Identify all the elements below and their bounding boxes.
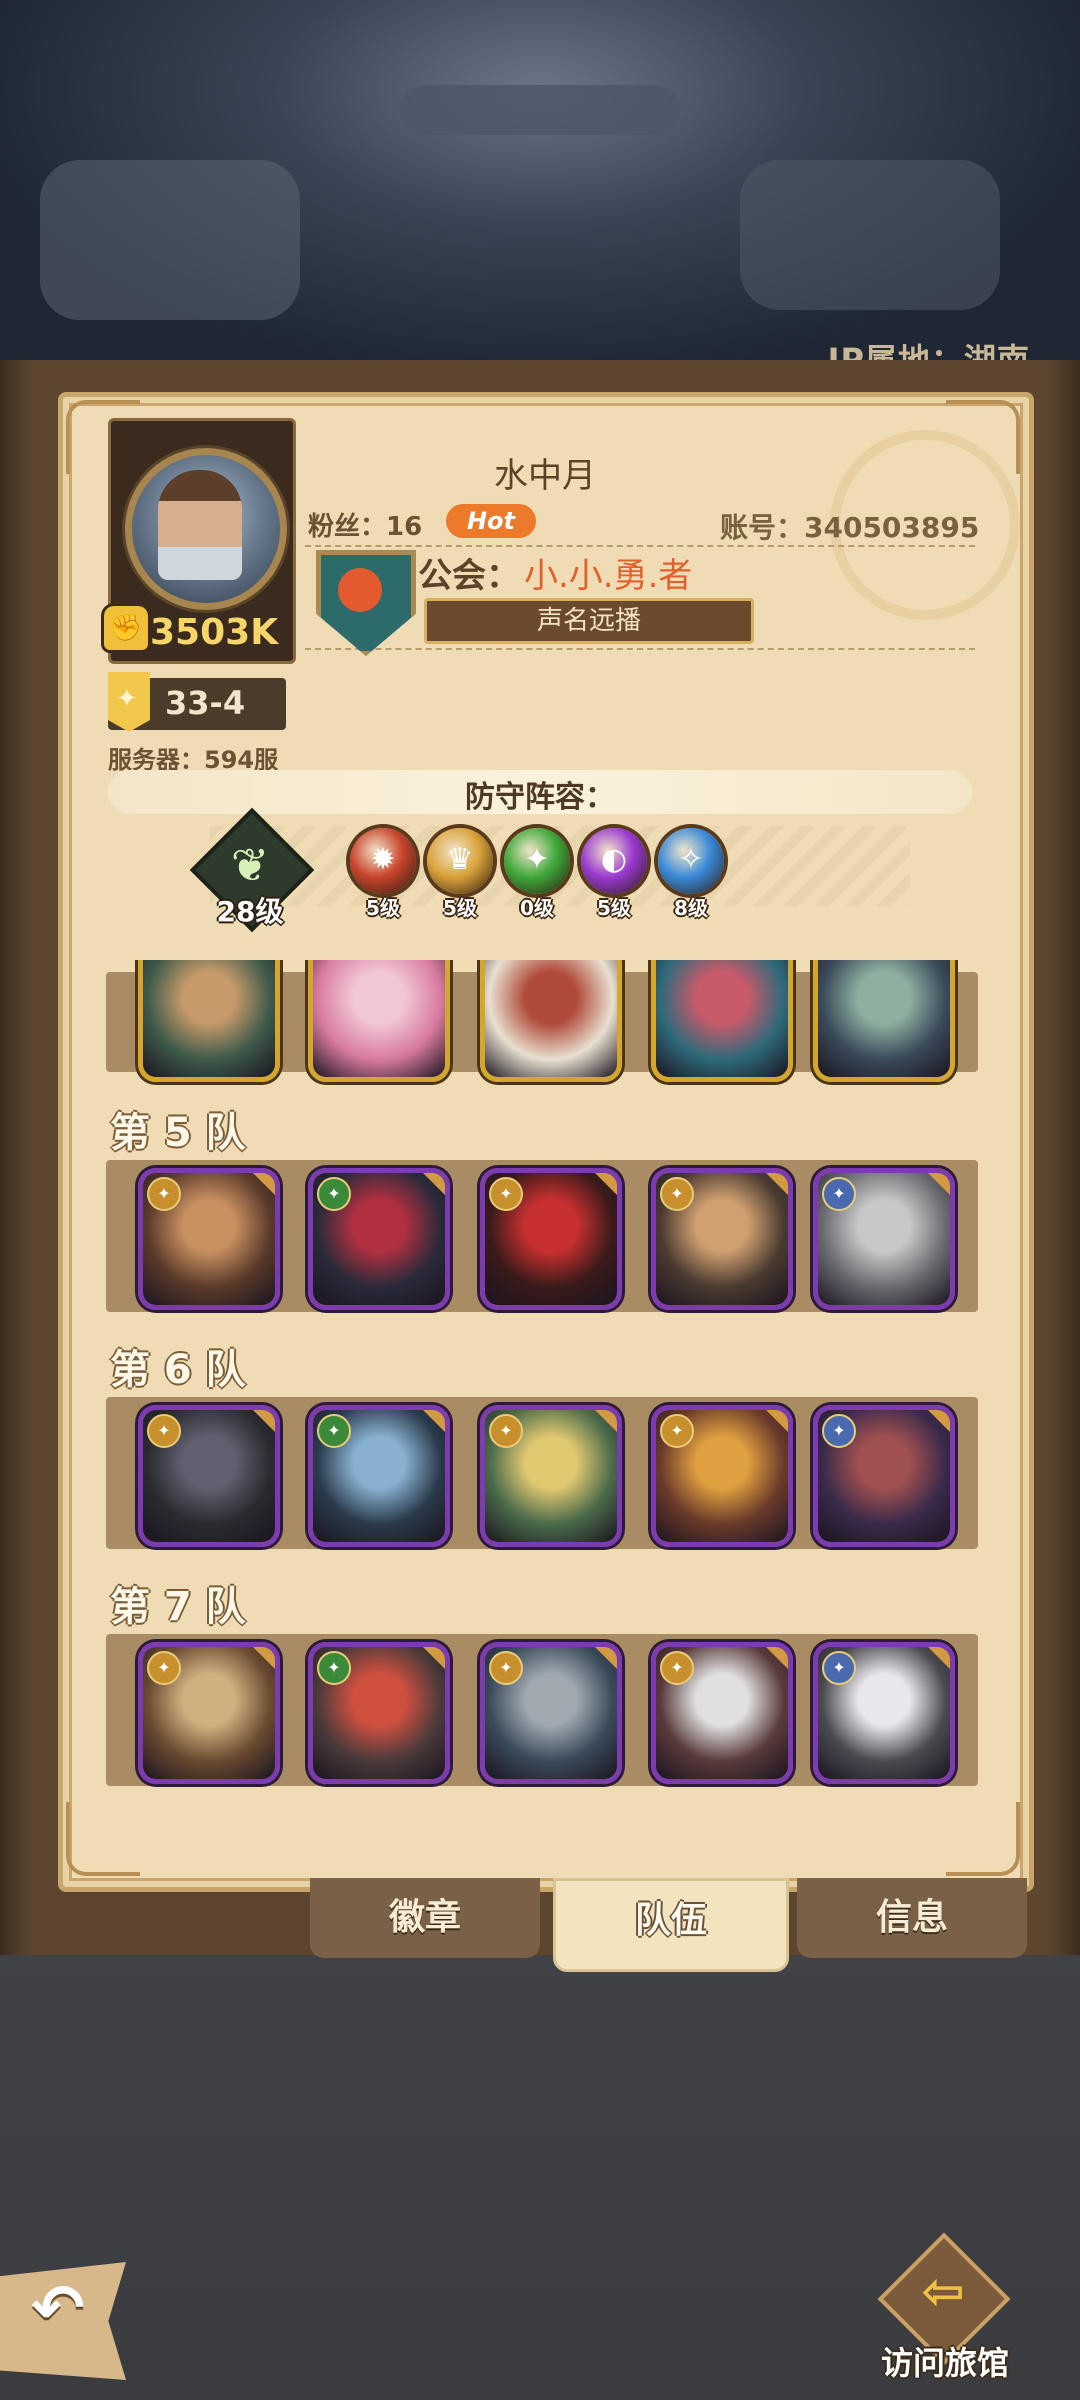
elder-tree-icon: ❦	[230, 838, 270, 892]
faction-badge-icon: ✦	[822, 1414, 856, 1448]
faction-symbol-icon: ♛	[446, 842, 474, 877]
stage-value: 33-4	[165, 684, 246, 722]
faction-badge-icon: ✦	[660, 1651, 694, 1685]
background-blur-shape	[740, 160, 1000, 310]
hero-portrait[interactable]	[813, 960, 955, 1082]
background-blur-shape	[40, 160, 300, 320]
fist-power-icon: ✊	[104, 606, 148, 650]
faction-badge-icon: ✦	[147, 1651, 181, 1685]
hero-portrait[interactable]: ✦	[813, 1168, 955, 1310]
hero-portrait[interactable]: ✦	[480, 1405, 622, 1547]
faction-symbol-icon: ✹	[370, 842, 396, 877]
faction-badge-icon: ✦	[489, 1651, 523, 1685]
guild-name[interactable]: 小.小.勇.者	[524, 548, 692, 597]
faction-level: 5级	[443, 896, 477, 920]
faction-badge-icon: ✦	[147, 1177, 181, 1211]
faction-badge-icon: ✦	[317, 1414, 351, 1448]
corner-ornament	[946, 1802, 1020, 1876]
hero-portrait[interactable]: ✦	[813, 1405, 955, 1547]
elder-tree-level: 28级	[216, 895, 284, 928]
guild-label: 公会：	[418, 556, 520, 596]
tab-2[interactable]: 信息	[797, 1878, 1027, 1958]
hero-artwork	[313, 960, 445, 1077]
faction-badge-icon: ✦	[822, 1177, 856, 1211]
faction-badge-icon: ✦	[822, 1651, 856, 1685]
faction-badge-icon: ✦	[147, 1414, 181, 1448]
faction-symbol-icon: ✦	[524, 842, 550, 877]
hot-badge: Hot	[446, 504, 536, 538]
team-list[interactable]: 第 5 队 ✦ ✦ ✦ ✦ ✦ 第 6 队 ✦ ✦ ✦ ✦ ✦ 第 7 队 ✦ ✦ ✦ ✦ ✦	[58, 960, 1024, 1805]
faction-symbol-icon: ✧	[678, 842, 704, 877]
hero-portrait[interactable]: ✦	[651, 1642, 793, 1784]
faction-badge-icon: ✦	[317, 1177, 351, 1211]
hero-portrait[interactable]: ✦	[138, 1642, 280, 1784]
title-ribbon: 声名远播	[424, 598, 754, 644]
hero-artwork	[485, 960, 617, 1077]
hero-portrait[interactable]	[308, 960, 450, 1082]
hero-portrait[interactable]: ✦	[651, 1405, 793, 1547]
hero-artwork	[818, 960, 950, 1077]
account-id: 账号：340503895	[720, 511, 980, 544]
tab-1[interactable]: 队伍	[553, 1878, 789, 1972]
hero-portrait[interactable]	[480, 960, 622, 1082]
team-title: 第 7 队	[110, 1584, 246, 1630]
hero-portrait[interactable]: ✦	[138, 1168, 280, 1310]
fans-count: 粉丝：16	[308, 512, 423, 542]
hero-artwork	[656, 960, 788, 1077]
faction-symbol-icon: ◐	[600, 842, 628, 877]
hero-portrait[interactable]: ✦	[480, 1168, 622, 1310]
hero-artwork	[143, 960, 275, 1077]
visit-tavern-button[interactable]: 访问旅馆	[880, 2338, 1010, 2384]
hero-portrait[interactable]: ✦	[308, 1642, 450, 1784]
divider	[305, 648, 975, 650]
faction-badge-icon: ✦	[317, 1651, 351, 1685]
hero-portrait[interactable]	[651, 960, 793, 1082]
back-arrow-icon: ↶	[31, 2272, 85, 2346]
hero-portrait[interactable]: ✦	[308, 1405, 450, 1547]
hero-portrait[interactable]: ✦	[651, 1168, 793, 1310]
background-blur-bar	[400, 85, 680, 135]
faction-badge-icon: ✦	[489, 1177, 523, 1211]
faction-badge-icon: ✦	[660, 1177, 694, 1211]
team-title: 第 6 队	[110, 1347, 246, 1393]
hero-portrait[interactable]: ✦	[138, 1405, 280, 1547]
faction-badge-icon: ✦	[660, 1414, 694, 1448]
faction-level: 8级	[674, 896, 708, 920]
avatar-portrait	[158, 470, 242, 580]
arrow-left-icon: ⇦	[921, 2262, 965, 2322]
hero-portrait[interactable]: ✦	[308, 1168, 450, 1310]
faction-level: 5级	[597, 896, 631, 920]
hero-portrait[interactable]: ✦	[480, 1642, 622, 1784]
faction-level: 0级	[520, 896, 554, 920]
power-value: 3503K	[150, 612, 279, 653]
faction-badge-icon: ✦	[489, 1414, 523, 1448]
hero-portrait[interactable]: ✦	[813, 1642, 955, 1784]
divider	[305, 545, 975, 547]
team-title: 第 5 队	[110, 1110, 246, 1156]
star-icon: ✦	[116, 684, 138, 714]
guild-emblem-icon	[338, 568, 382, 612]
defense-title: 防守阵容：	[465, 780, 615, 815]
faction-level: 5级	[366, 896, 400, 920]
corner-ornament	[66, 1802, 140, 1876]
player-name: 水中月	[494, 456, 596, 496]
tab-0[interactable]: 徽章	[310, 1878, 540, 1958]
hero-portrait[interactable]	[138, 960, 280, 1082]
